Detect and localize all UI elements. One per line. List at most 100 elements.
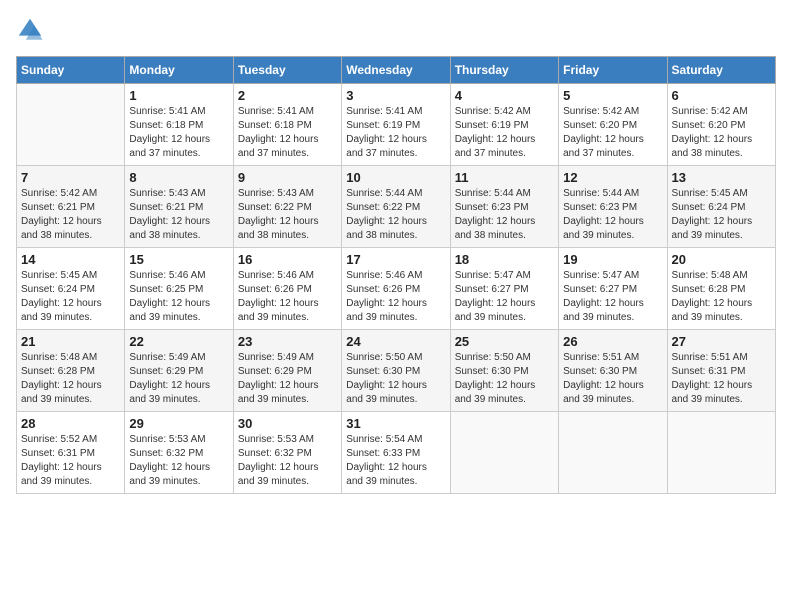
day-info: Sunrise: 5:50 AM Sunset: 6:30 PM Dayligh… [346, 351, 445, 407]
day-number: 15 [129, 252, 228, 267]
calendar-cell: 19 Sunrise: 5:47 AM Sunset: 6:27 PM Dayli… [559, 248, 667, 330]
calendar-cell [559, 412, 667, 494]
calendar-cell: 2Sunrise: 5:41 AM Sunset: 6:18 PM Daylig… [233, 84, 341, 166]
calendar-week-row: 28 Sunrise: 5:52 AM Sunset: 6:31 PM Dayli… [17, 412, 776, 494]
day-info: Sunrise: 5:52 AM Sunset: 6:31 PM Dayligh… [21, 433, 120, 489]
calendar-cell: 12 Sunrise: 5:44 AM Sunset: 6:23 PM Dayli… [559, 166, 667, 248]
day-number: 6 [672, 88, 771, 103]
day-number: 31 [346, 416, 445, 431]
day-number: 26 [563, 334, 662, 349]
calendar-cell: 11Sunrise: 5:44 AM Sunset: 6:23 PM Dayli… [450, 166, 558, 248]
calendar-week-row: 14 Sunrise: 5:45 AM Sunset: 6:24 PM Dayli… [17, 248, 776, 330]
day-info: Sunrise: 5:41 AM Sunset: 6:18 PM Dayligh… [238, 105, 337, 161]
calendar-cell: 31 Sunrise: 5:54 AM Sunset: 6:33 PM Dayli… [342, 412, 450, 494]
calendar-cell: 6 Sunrise: 5:42 AM Sunset: 6:20 PM Daylig… [667, 84, 775, 166]
calendar-cell: 17 Sunrise: 5:46 AM Sunset: 6:26 PM Dayli… [342, 248, 450, 330]
day-info: Sunrise: 5:49 AM Sunset: 6:29 PM Dayligh… [238, 351, 337, 407]
day-info: Sunrise: 5:53 AM Sunset: 6:32 PM Dayligh… [129, 433, 228, 489]
calendar-cell: 16 Sunrise: 5:46 AM Sunset: 6:26 PM Dayli… [233, 248, 341, 330]
calendar-week-row: 1 Sunrise: 5:41 AM Sunset: 6:18 PM Daylig… [17, 84, 776, 166]
day-info: Sunrise: 5:47 AM Sunset: 6:27 PM Dayligh… [455, 269, 554, 325]
day-number: 29 [129, 416, 228, 431]
day-number: 30 [238, 416, 337, 431]
day-info: Sunrise: 5:43 AM Sunset: 6:22 PM Dayligh… [238, 187, 337, 243]
day-info: Sunrise: 5:54 AM Sunset: 6:33 PM Dayligh… [346, 433, 445, 489]
day-info: Sunrise: 5:45 AM Sunset: 6:24 PM Dayligh… [672, 187, 771, 243]
calendar-cell: 14 Sunrise: 5:45 AM Sunset: 6:24 PM Dayli… [17, 248, 125, 330]
weekday-header: Wednesday [342, 57, 450, 84]
day-info: Sunrise: 5:46 AM Sunset: 6:26 PM Dayligh… [346, 269, 445, 325]
day-info: Sunrise: 5:47 AM Sunset: 6:27 PM Dayligh… [563, 269, 662, 325]
weekday-header: Tuesday [233, 57, 341, 84]
day-number: 1 [129, 88, 228, 103]
calendar-cell: 5 Sunrise: 5:42 AM Sunset: 6:20 PM Daylig… [559, 84, 667, 166]
calendar-cell: 9 Sunrise: 5:43 AM Sunset: 6:22 PM Daylig… [233, 166, 341, 248]
weekday-header: Sunday [17, 57, 125, 84]
logo-icon [16, 16, 44, 44]
day-number: 5 [563, 88, 662, 103]
calendar-cell: 21 Sunrise: 5:48 AM Sunset: 6:28 PM Dayli… [17, 330, 125, 412]
weekday-header: Thursday [450, 57, 558, 84]
day-number: 9 [238, 170, 337, 185]
logo [16, 16, 48, 44]
day-number: 28 [21, 416, 120, 431]
calendar-cell: 23 Sunrise: 5:49 AM Sunset: 6:29 PM Dayli… [233, 330, 341, 412]
calendar-body: 1 Sunrise: 5:41 AM Sunset: 6:18 PM Daylig… [17, 84, 776, 494]
page-header [16, 16, 776, 44]
weekday-header: Monday [125, 57, 233, 84]
day-info: Sunrise: 5:45 AM Sunset: 6:24 PM Dayligh… [21, 269, 120, 325]
day-number: 23 [238, 334, 337, 349]
day-info: Sunrise: 5:48 AM Sunset: 6:28 PM Dayligh… [21, 351, 120, 407]
calendar-cell: 20 Sunrise: 5:48 AM Sunset: 6:28 PM Dayli… [667, 248, 775, 330]
calendar-cell: 22 Sunrise: 5:49 AM Sunset: 6:29 PM Dayli… [125, 330, 233, 412]
calendar-cell: 3Sunrise: 5:41 AM Sunset: 6:19 PM Daylig… [342, 84, 450, 166]
calendar-cell: 26Sunrise: 5:51 AM Sunset: 6:30 PM Dayli… [559, 330, 667, 412]
calendar-cell: 24 Sunrise: 5:50 AM Sunset: 6:30 PM Dayli… [342, 330, 450, 412]
day-number: 7 [21, 170, 120, 185]
calendar-cell: 27Sunrise: 5:51 AM Sunset: 6:31 PM Dayli… [667, 330, 775, 412]
calendar-cell: 28 Sunrise: 5:52 AM Sunset: 6:31 PM Dayli… [17, 412, 125, 494]
day-number: 12 [563, 170, 662, 185]
calendar-cell: 18Sunrise: 5:47 AM Sunset: 6:27 PM Dayli… [450, 248, 558, 330]
calendar-cell: 29 Sunrise: 5:53 AM Sunset: 6:32 PM Dayli… [125, 412, 233, 494]
calendar-cell: 1 Sunrise: 5:41 AM Sunset: 6:18 PM Daylig… [125, 84, 233, 166]
day-number: 4 [455, 88, 554, 103]
day-info: Sunrise: 5:46 AM Sunset: 6:25 PM Dayligh… [129, 269, 228, 325]
day-number: 24 [346, 334, 445, 349]
calendar-week-row: 7Sunrise: 5:42 AM Sunset: 6:21 PM Daylig… [17, 166, 776, 248]
day-info: Sunrise: 5:49 AM Sunset: 6:29 PM Dayligh… [129, 351, 228, 407]
calendar-cell [17, 84, 125, 166]
day-number: 20 [672, 252, 771, 267]
day-info: Sunrise: 5:43 AM Sunset: 6:21 PM Dayligh… [129, 187, 228, 243]
day-number: 16 [238, 252, 337, 267]
calendar-week-row: 21 Sunrise: 5:48 AM Sunset: 6:28 PM Dayli… [17, 330, 776, 412]
day-number: 17 [346, 252, 445, 267]
day-info: Sunrise: 5:44 AM Sunset: 6:23 PM Dayligh… [563, 187, 662, 243]
weekday-header: Friday [559, 57, 667, 84]
day-info: Sunrise: 5:48 AM Sunset: 6:28 PM Dayligh… [672, 269, 771, 325]
day-number: 10 [346, 170, 445, 185]
day-info: Sunrise: 5:41 AM Sunset: 6:18 PM Dayligh… [129, 105, 228, 161]
day-info: Sunrise: 5:46 AM Sunset: 6:26 PM Dayligh… [238, 269, 337, 325]
calendar-cell: 13Sunrise: 5:45 AM Sunset: 6:24 PM Dayli… [667, 166, 775, 248]
calendar-cell: 25Sunrise: 5:50 AM Sunset: 6:30 PM Dayli… [450, 330, 558, 412]
day-info: Sunrise: 5:53 AM Sunset: 6:32 PM Dayligh… [238, 433, 337, 489]
day-number: 3 [346, 88, 445, 103]
calendar-cell [667, 412, 775, 494]
calendar-cell: 15 Sunrise: 5:46 AM Sunset: 6:25 PM Dayli… [125, 248, 233, 330]
day-info: Sunrise: 5:42 AM Sunset: 6:20 PM Dayligh… [563, 105, 662, 161]
day-info: Sunrise: 5:44 AM Sunset: 6:22 PM Dayligh… [346, 187, 445, 243]
calendar-cell: 4 Sunrise: 5:42 AM Sunset: 6:19 PM Daylig… [450, 84, 558, 166]
day-number: 14 [21, 252, 120, 267]
calendar-cell [450, 412, 558, 494]
day-number: 25 [455, 334, 554, 349]
day-info: Sunrise: 5:42 AM Sunset: 6:19 PM Dayligh… [455, 105, 554, 161]
calendar-table: SundayMondayTuesdayWednesdayThursdayFrid… [16, 56, 776, 494]
calendar-cell: 10 Sunrise: 5:44 AM Sunset: 6:22 PM Dayli… [342, 166, 450, 248]
calendar-cell: 30 Sunrise: 5:53 AM Sunset: 6:32 PM Dayli… [233, 412, 341, 494]
day-number: 19 [563, 252, 662, 267]
day-number: 22 [129, 334, 228, 349]
day-number: 8 [129, 170, 228, 185]
day-number: 21 [21, 334, 120, 349]
day-info: Sunrise: 5:42 AM Sunset: 6:20 PM Dayligh… [672, 105, 771, 161]
